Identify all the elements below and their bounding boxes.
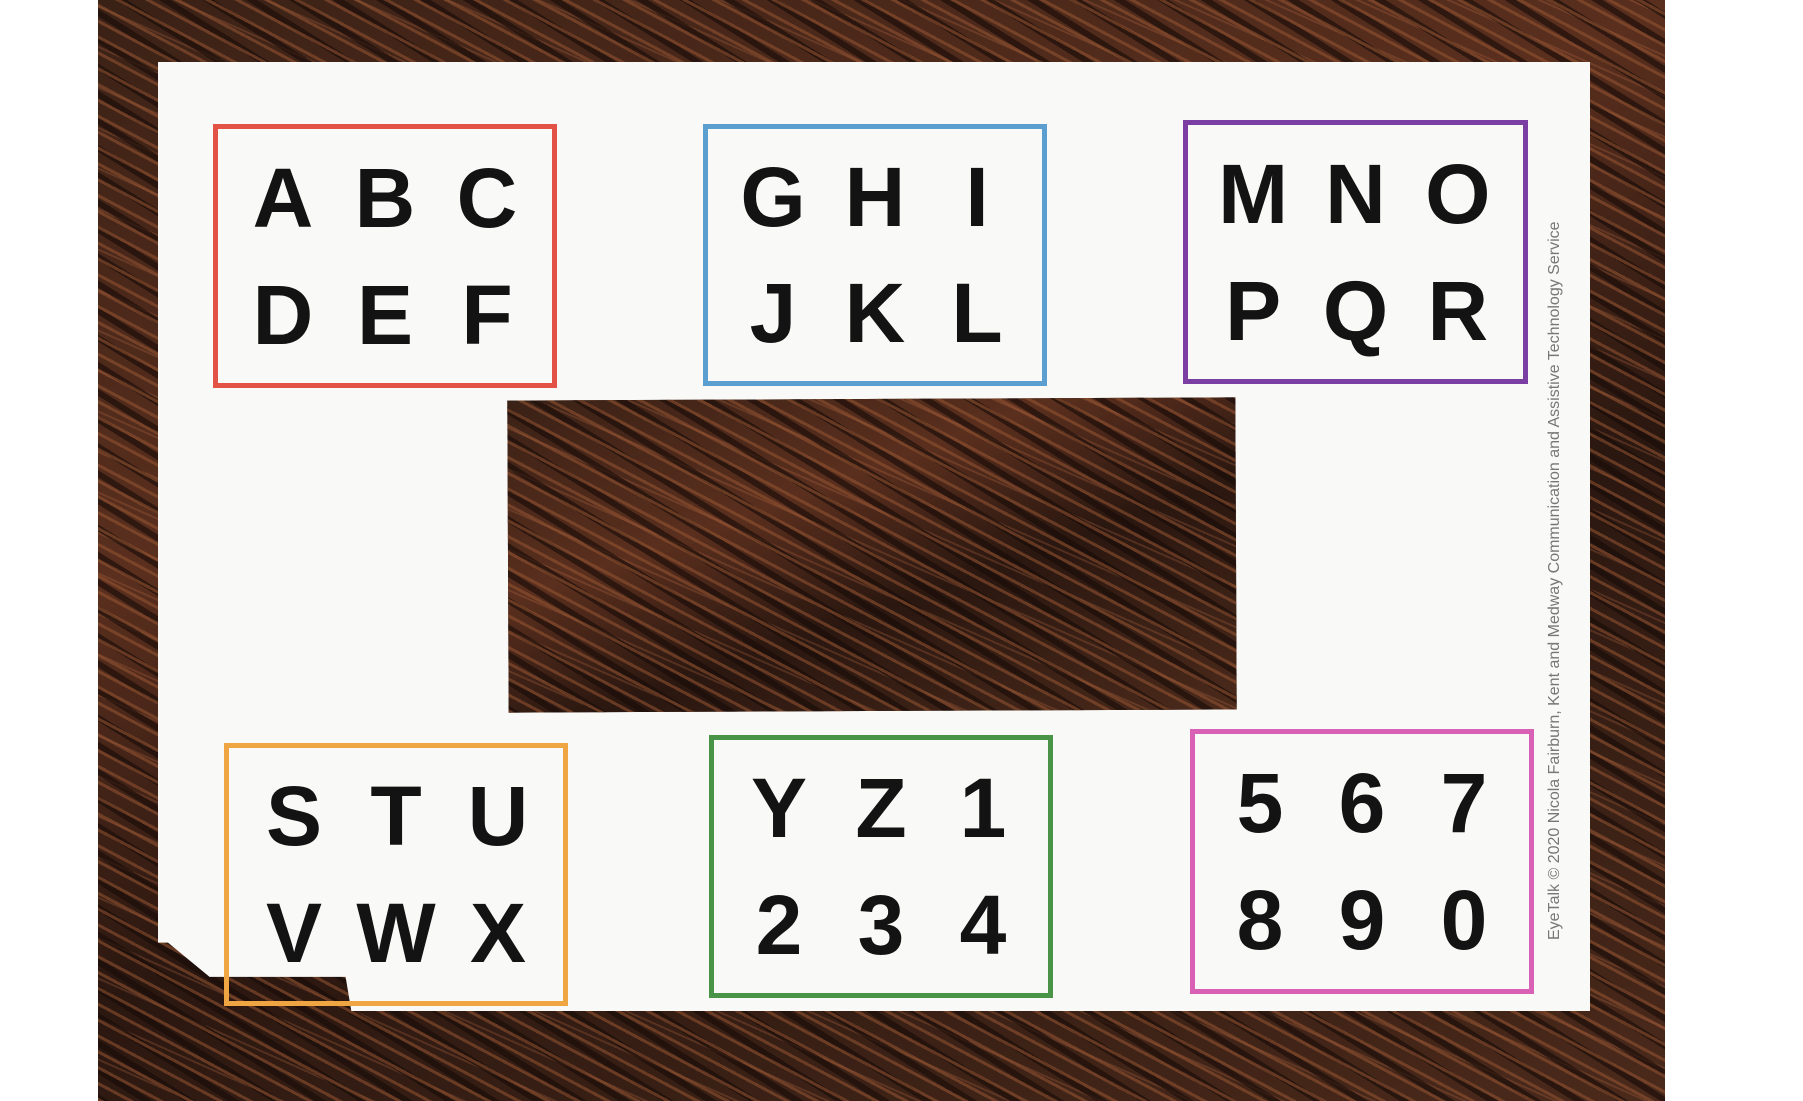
card-567-890: 5 6 7 8 9 0 [1190, 729, 1534, 994]
letter: S [265, 769, 323, 864]
letter: J [749, 266, 797, 360]
letter: L [951, 266, 1003, 360]
letter: A [252, 150, 314, 245]
letter: R [1427, 263, 1489, 358]
letter: 8 [1236, 873, 1284, 968]
card-yz1-234: Y Z 1 2 3 4 [709, 735, 1053, 998]
letter: 6 [1338, 755, 1386, 850]
letter: V [265, 885, 323, 980]
letter: D [252, 267, 314, 362]
letter: Q [1322, 263, 1389, 358]
letter: 4 [959, 877, 1007, 972]
letter: I [965, 150, 989, 244]
letter: C [456, 150, 518, 245]
letter: 7 [1440, 755, 1488, 850]
letter: K [844, 266, 906, 360]
letter: Z [855, 761, 907, 856]
letter: P [1225, 263, 1282, 358]
letter: T [370, 769, 422, 864]
letter: 5 [1236, 755, 1284, 850]
letter: F [461, 267, 513, 362]
letter: 1 [959, 761, 1007, 856]
letter: 3 [857, 877, 905, 972]
card-abc-def: A B C D E F [213, 124, 557, 388]
letter: Y [750, 761, 808, 856]
letter: 2 [755, 877, 803, 972]
letter: N [1325, 146, 1386, 241]
card-mno-pqr: M N O P Q R [1183, 120, 1528, 384]
letter: M [1218, 146, 1289, 241]
letter: E [356, 267, 414, 362]
center-cutout-window [507, 397, 1237, 713]
letter: 0 [1440, 873, 1488, 968]
letter: G [740, 150, 806, 244]
letter: B [354, 150, 416, 245]
letter: W [356, 885, 436, 980]
letter: 9 [1338, 873, 1386, 968]
letter: U [467, 769, 529, 864]
letter: X [469, 885, 527, 980]
card-stu-vwx: S T U V W X [224, 743, 568, 1006]
letter: H [844, 150, 906, 244]
copyright-credit: EyeTalk © 2020 Nicola Fairburn, Kent and… [1546, 221, 1563, 940]
card-ghi-jkl: G H I J K L [703, 124, 1047, 386]
letter: O [1425, 146, 1491, 241]
